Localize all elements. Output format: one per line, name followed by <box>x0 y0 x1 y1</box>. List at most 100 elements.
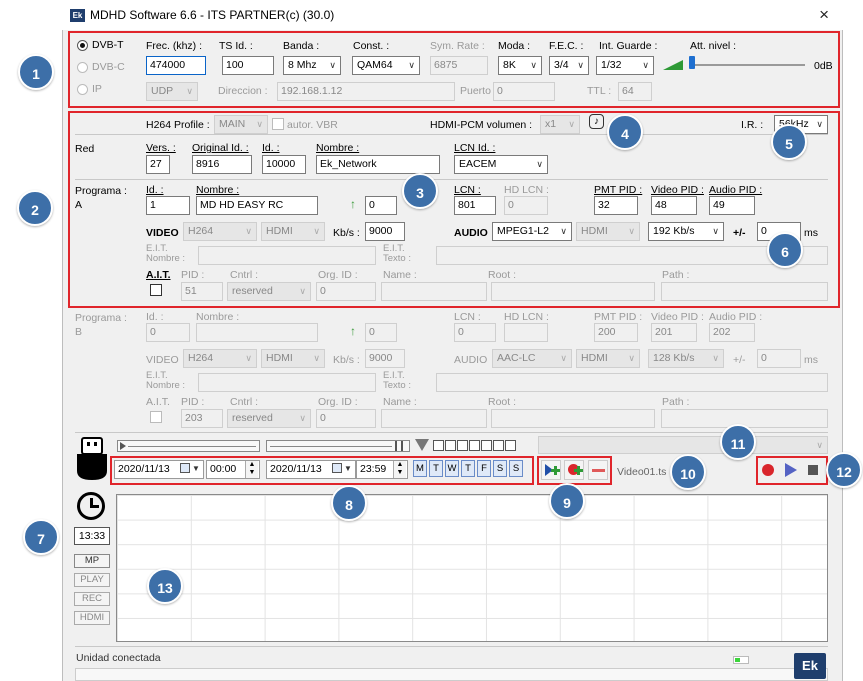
prog-a-video-src-select[interactable]: HDMI <box>261 222 325 241</box>
source-select[interactable] <box>538 436 828 454</box>
day-tuesday-button[interactable]: T <box>429 460 443 477</box>
filter-icon[interactable] <box>415 439 429 451</box>
prog-b-eit-nombre-input[interactable] <box>198 373 376 392</box>
frec-input[interactable]: 474000 <box>146 56 206 75</box>
hdmi-mode-button[interactable]: HDMI <box>74 611 110 625</box>
att-slider-track[interactable] <box>690 64 805 66</box>
end-date-input[interactable]: 2020/11/13 <box>266 460 356 479</box>
prog-b-pmt-input[interactable]: 200 <box>594 323 638 342</box>
day-wednesday-button[interactable]: W <box>445 460 459 477</box>
add-schedule-button[interactable] <box>541 460 561 480</box>
play-progress-bar[interactable] <box>117 440 260 452</box>
day-saturday-button[interactable]: S <box>493 460 507 477</box>
net-id-input[interactable]: 10000 <box>262 155 306 174</box>
start-time-spinner[interactable]: ▲ ▼ <box>245 461 258 478</box>
record-button[interactable] <box>762 464 774 476</box>
prog-a-videopid-input[interactable]: 48 <box>651 196 697 215</box>
ttl-input[interactable]: 64 <box>618 82 652 101</box>
chevron-down-icon[interactable]: ▼ <box>192 464 200 473</box>
prog-b-eit-texto-input[interactable] <box>436 373 828 392</box>
play-button[interactable] <box>785 463 797 477</box>
level-bar[interactable] <box>266 440 410 452</box>
stop-button[interactable] <box>808 465 818 475</box>
att-slider-thumb[interactable] <box>689 56 695 69</box>
day-monday-button[interactable]: M <box>413 460 427 477</box>
prog-a-audio-rate-select[interactable]: 192 Kb/s <box>648 222 724 241</box>
dvbt-radio[interactable] <box>77 40 88 51</box>
add-audio-icon[interactable]: ↑ <box>350 198 360 211</box>
prog-a-org-input[interactable]: 0 <box>316 282 376 301</box>
prog-a-audiopid-input[interactable]: 49 <box>709 196 755 215</box>
const-select[interactable]: QAM64 <box>352 56 420 75</box>
calendar-icon[interactable] <box>332 463 342 473</box>
hdmipcm-select[interactable]: x1 <box>540 115 580 134</box>
prog-b-video-codec-select[interactable]: H264 <box>183 349 257 368</box>
prog-b-nombre-input[interactable] <box>196 323 318 342</box>
prog-b-audio-src-select[interactable]: HDMI <box>576 349 640 368</box>
prog-a-pid-input[interactable]: 51 <box>181 282 223 301</box>
prog-a-id-input[interactable]: 1 <box>146 196 190 215</box>
vbr-checkbox[interactable] <box>272 118 284 130</box>
fec-select[interactable]: 3/4 <box>549 56 589 75</box>
rec-mode-button[interactable]: REC <box>74 592 110 606</box>
end-time-spinner[interactable]: ▲ ▼ <box>393 461 406 478</box>
prog-a-nombre-input[interactable]: MD HD EASY RC <box>196 196 318 215</box>
tune-icon[interactable]: ♪ <box>589 114 604 129</box>
prog-a-eit-nombre-input[interactable] <box>198 246 376 265</box>
ip-radio[interactable] <box>77 84 88 95</box>
h264-profile-select[interactable]: MAIN <box>214 115 268 134</box>
prog-b-hdlcn-input[interactable] <box>504 323 548 342</box>
prog-a-ait-checkbox[interactable] <box>150 284 162 296</box>
prog-b-extra-input[interactable]: 0 <box>365 323 397 342</box>
prog-b-videopid-input[interactable]: 201 <box>651 323 697 342</box>
calendar-icon[interactable] <box>180 463 190 473</box>
prog-b-org-input[interactable]: 0 <box>316 409 376 428</box>
protocol-select[interactable]: UDP <box>146 82 198 101</box>
prog-a-kbs-input[interactable]: 9000 <box>365 222 405 241</box>
day-sunday-button[interactable]: S <box>509 460 523 477</box>
prog-b-ait-checkbox[interactable] <box>150 411 162 423</box>
start-date-input[interactable]: 2020/11/13 <box>114 460 204 479</box>
vers-input[interactable]: 27 <box>146 155 170 174</box>
add-record-button[interactable] <box>564 460 584 480</box>
prog-a-path-input[interactable] <box>661 282 828 301</box>
prog-a-hdlcn-input[interactable]: 0 <box>504 196 548 215</box>
banda-select[interactable]: 8 Mhz <box>283 56 341 75</box>
ts-id-input[interactable]: 100 <box>222 56 274 75</box>
prog-a-lcn-input[interactable]: 801 <box>454 196 496 215</box>
day-thursday-button[interactable]: T <box>461 460 475 477</box>
prog-a-pmt-input[interactable]: 32 <box>594 196 638 215</box>
day-friday-button[interactable]: F <box>477 460 491 477</box>
prog-b-audio-rate-select[interactable]: 128 Kb/s <box>648 349 724 368</box>
orig-id-input[interactable]: 8916 <box>192 155 252 174</box>
prog-b-id-input[interactable]: 0 <box>146 323 190 342</box>
prog-b-cntrl-select[interactable]: reserved <box>227 409 311 428</box>
prog-b-kbs-input[interactable]: 9000 <box>365 349 405 368</box>
prog-a-cntrl-select[interactable]: reserved <box>227 282 311 301</box>
lcn-id-select[interactable]: EACEM <box>454 155 548 174</box>
prog-a-extra-input[interactable]: 0 <box>365 196 397 215</box>
prog-b-video-src-select[interactable]: HDMI <box>261 349 325 368</box>
symrate-input[interactable]: 6875 <box>430 56 488 75</box>
prog-a-audio-codec-select[interactable]: MPEG1-L2 <box>492 222 572 241</box>
prog-b-audio-codec-select[interactable]: AAC-LC <box>492 349 572 368</box>
guard-select[interactable]: 1/32 <box>596 56 654 75</box>
remove-schedule-button[interactable] <box>588 460 608 480</box>
prog-a-root-input[interactable] <box>491 282 655 301</box>
direccion-input[interactable]: 192.168.1.12 <box>277 82 455 101</box>
prog-b-audiopid-input[interactable]: 202 <box>709 323 755 342</box>
schedule-grid[interactable] <box>116 494 828 642</box>
prog-b-pid-input[interactable]: 203 <box>181 409 223 428</box>
net-nombre-input[interactable]: Ek_Network <box>316 155 440 174</box>
add-audio-icon[interactable]: ↑ <box>350 325 360 338</box>
mp-button[interactable]: MP <box>74 554 110 568</box>
dvbc-radio[interactable] <box>77 62 88 73</box>
prog-a-audio-src-select[interactable]: HDMI <box>576 222 640 241</box>
play-mode-button[interactable]: PLAY <box>74 573 110 587</box>
close-icon[interactable]: × <box>819 5 829 25</box>
prog-a-name-input[interactable] <box>381 282 487 301</box>
chevron-down-icon[interactable]: ▼ <box>344 464 352 473</box>
prog-b-name-input[interactable] <box>381 409 487 428</box>
puerto-input[interactable]: 0 <box>493 82 555 101</box>
prog-b-root-input[interactable] <box>491 409 655 428</box>
